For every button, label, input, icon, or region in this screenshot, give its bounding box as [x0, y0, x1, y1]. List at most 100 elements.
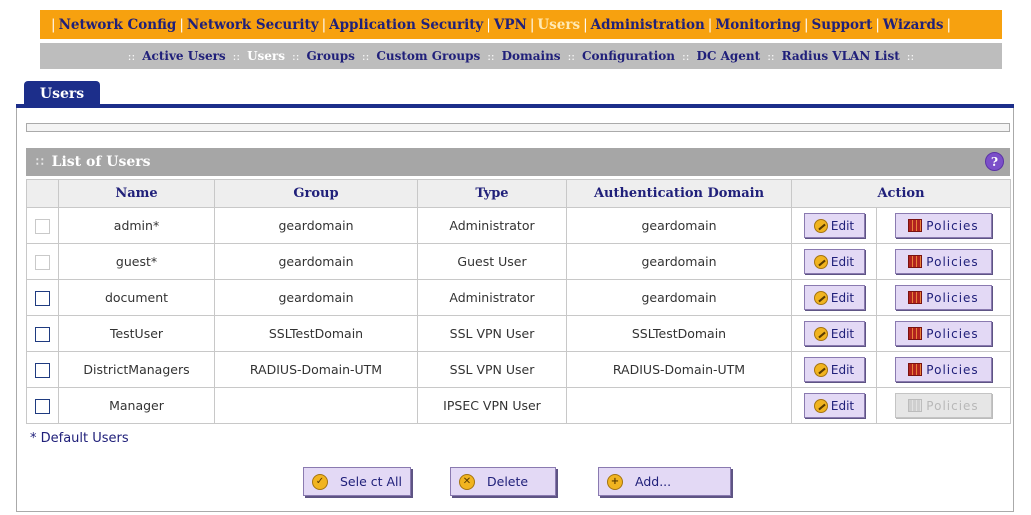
edit-label: Edit	[830, 398, 855, 413]
row-checkbox[interactable]	[35, 398, 50, 414]
status-bar	[26, 123, 1010, 132]
policies-cell: Policies	[875, 387, 1012, 424]
user-name: TestUser	[58, 315, 215, 352]
nav-separator: |	[51, 16, 56, 33]
policies-cell: Policies	[875, 279, 1012, 316]
row-checkbox[interactable]	[35, 362, 50, 378]
policies-button[interactable]: Policies	[895, 285, 992, 310]
nav-separator: |	[803, 16, 809, 33]
policies-button[interactable]: Policies	[895, 213, 992, 238]
top-nav-item-vpn[interactable]: VPN	[494, 17, 527, 33]
subnav-separator: ::	[127, 49, 136, 63]
sub-nav-item-domains[interactable]: Domains	[502, 49, 561, 63]
row-checkbox	[35, 218, 50, 234]
subnav-separator: ::	[292, 49, 300, 63]
col-name: Name	[58, 179, 215, 208]
row-checkbox[interactable]	[35, 290, 50, 306]
policies-icon	[908, 363, 923, 376]
tab-users[interactable]: Users	[24, 81, 100, 106]
sub-nav: :: Active Users:: Users:: Groups:: Custom Gr…	[40, 43, 1002, 69]
nav-separator: |	[707, 16, 713, 33]
table-row: TestUser SSLTestDomain SSL VPN User SSLTest…	[26, 315, 1012, 352]
subnav-separator: ::	[767, 49, 775, 63]
sub-nav-item-dc-agent[interactable]: DC Agent	[696, 49, 760, 63]
table-row: document geardomain Administrator geardomai…	[26, 279, 1012, 316]
top-nav-item-application-security[interactable]: Application Security	[329, 17, 483, 33]
user-group: geardomain	[214, 279, 418, 316]
edit-label: Edit	[830, 254, 855, 269]
nav-separator: |	[179, 16, 184, 33]
subnav-separator: ::	[487, 49, 495, 63]
policies-icon	[908, 327, 923, 340]
select-cell	[26, 315, 59, 352]
policies-cell: Policies	[875, 243, 1012, 280]
users-table: Name Group Type Authentication Domain Ac…	[26, 179, 1012, 424]
row-checkbox[interactable]	[35, 326, 50, 342]
user-name: Manager	[58, 387, 215, 424]
policies-button[interactable]: Policies	[895, 321, 992, 346]
sub-nav-item-users[interactable]: Users	[247, 49, 285, 63]
edit-button[interactable]: Edit	[803, 357, 865, 382]
select-all-button[interactable]: ✓ Sele ct All	[303, 467, 411, 496]
subnav-separator: ::	[906, 49, 915, 63]
sub-nav-item-groups[interactable]: Groups	[306, 49, 354, 63]
top-nav-item-support[interactable]: Support	[812, 17, 873, 33]
policies-icon	[908, 399, 923, 412]
policies-icon	[908, 255, 923, 268]
edit-button[interactable]: Edit	[803, 321, 865, 346]
subnav-separator: ::	[232, 49, 241, 63]
policies-button[interactable]: Policies	[895, 249, 992, 274]
select-cell	[26, 207, 59, 244]
edit-label: Edit	[830, 218, 855, 233]
table-row: DistrictManagers RADIUS-Domain-UTM SSL VPN…	[26, 351, 1012, 388]
edit-icon	[813, 362, 828, 377]
edit-cell: Edit	[791, 351, 877, 388]
sub-nav-item-configuration[interactable]: Configuration	[582, 49, 675, 63]
table-row: Manager IPSEC VPN User Edit Policies	[26, 387, 1012, 424]
edit-button[interactable]: Edit	[803, 285, 865, 310]
nav-separator: |	[321, 16, 327, 33]
delete-label: Delete	[487, 474, 529, 489]
table-row: admin* geardomain Administrator geardomain E…	[26, 207, 1012, 244]
section-title: List of Users	[51, 154, 151, 170]
edit-button[interactable]: Edit	[803, 213, 865, 238]
top-nav-item-wizards[interactable]: Wizards	[883, 17, 944, 33]
edit-icon	[813, 326, 828, 341]
list-of-users-header: ∷ List of Users ?	[26, 148, 1010, 176]
policies-icon	[908, 291, 923, 304]
add-label: Add...	[635, 474, 672, 489]
user-auth-domain: RADIUS-Domain-UTM	[566, 351, 792, 388]
top-nav-item-network-config[interactable]: Network Config	[59, 17, 177, 33]
user-type: Guest User	[417, 243, 567, 280]
edit-icon	[813, 398, 828, 413]
policies-button: Policies	[895, 393, 992, 418]
edit-label: Edit	[830, 326, 855, 341]
add-button[interactable]: + Add...	[598, 467, 731, 496]
user-group: geardomain	[214, 207, 418, 244]
select-cell	[26, 351, 59, 388]
policies-cell: Policies	[875, 351, 1012, 388]
select-cell	[26, 387, 59, 424]
policies-button[interactable]: Policies	[895, 357, 992, 382]
add-icon: +	[607, 473, 623, 490]
delete-icon: ✕	[459, 473, 475, 490]
policies-label: Policies	[926, 254, 979, 269]
user-auth-domain	[566, 387, 792, 424]
top-nav-item-network-security[interactable]: Network Security	[187, 17, 319, 33]
top-nav-item-users[interactable]: Users	[537, 17, 580, 33]
row-checkbox	[35, 254, 50, 270]
edit-cell: Edit	[791, 387, 877, 424]
delete-button[interactable]: ✕ Delete	[450, 467, 556, 496]
sub-nav-item-active-users[interactable]: Active Users	[142, 49, 225, 63]
subnav-separator: ::	[567, 49, 575, 63]
top-nav-item-monitoring[interactable]: Monitoring	[715, 17, 801, 33]
sub-nav-item-custom-groups[interactable]: Custom Groups	[376, 49, 480, 63]
edit-button[interactable]: Edit	[803, 393, 865, 418]
user-type: IPSEC VPN User	[417, 387, 567, 424]
top-nav-item-administration[interactable]: Administration	[591, 17, 705, 33]
sub-nav-item-radius-vlan-list[interactable]: Radius VLAN List	[782, 49, 900, 63]
help-icon[interactable]: ?	[985, 152, 1004, 171]
edit-button[interactable]: Edit	[803, 249, 865, 274]
subnav-separator: ::	[361, 49, 370, 63]
edit-icon	[813, 290, 828, 305]
